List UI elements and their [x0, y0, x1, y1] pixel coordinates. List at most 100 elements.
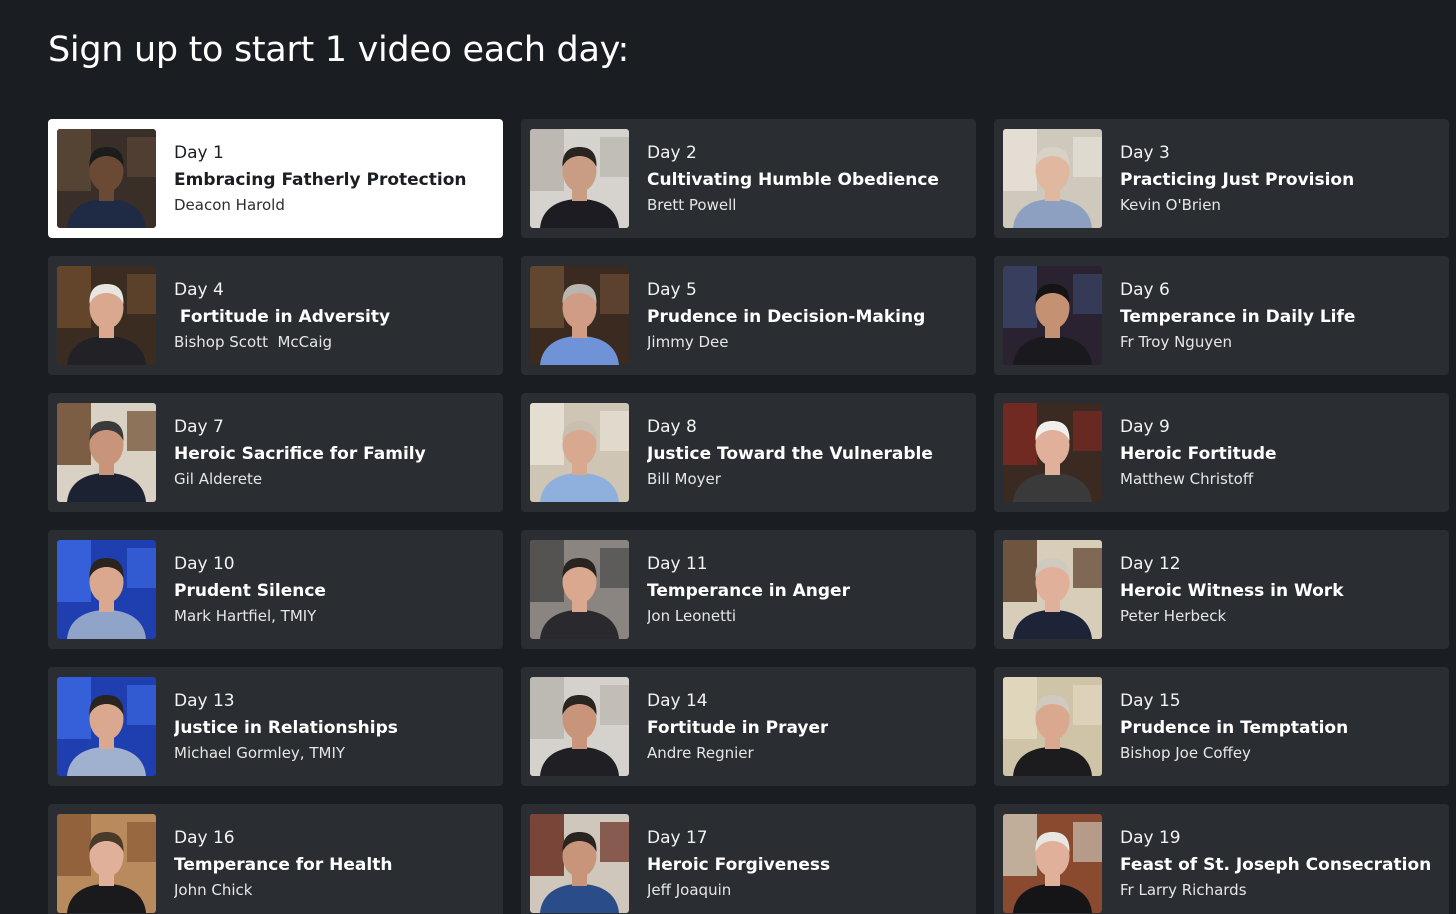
video-thumbnail[interactable] [530, 814, 629, 913]
video-card-day-19[interactable]: Day 19 Feast of St. Joseph Consecration … [994, 804, 1449, 914]
video-title: Prudent Silence [174, 581, 326, 601]
video-info: Day 11 Temperance in Anger Jon Leonetti [647, 553, 850, 626]
video-info: Day 16 Temperance for Health John Chick [174, 827, 392, 900]
video-speaker: Fr Larry Richards [1120, 881, 1247, 899]
video-day: Day 16 [174, 828, 235, 848]
video-day: Day 13 [174, 691, 235, 711]
speaker-portrait [57, 403, 156, 502]
video-thumbnail[interactable] [530, 266, 629, 365]
video-thumbnail[interactable] [1003, 814, 1102, 913]
video-day: Day 10 [174, 554, 235, 574]
video-thumbnail[interactable] [530, 129, 629, 228]
video-card-day-3[interactable]: Day 3 Practicing Just Provision Kevin O'… [994, 119, 1449, 238]
video-info: Day 12 Heroic Witness in Work Peter Herb… [1120, 553, 1344, 626]
video-thumbnail[interactable] [530, 540, 629, 639]
video-speaker: Jon Leonetti [647, 607, 737, 625]
video-info: Day 15 Prudence in Temptation Bishop Joe… [1120, 690, 1348, 763]
video-day: Day 6 [1120, 280, 1170, 300]
speaker-portrait [530, 403, 629, 502]
video-title: Justice in Relationships [174, 718, 398, 738]
video-title: Heroic Fortitude [1120, 444, 1277, 464]
video-card-day-9[interactable]: Day 9 Heroic Fortitude Matthew Christoff [994, 393, 1449, 512]
video-thumbnail[interactable] [57, 540, 156, 639]
video-info: Day 13 Justice in Relationships Michael … [174, 690, 398, 763]
video-thumbnail[interactable] [1003, 403, 1102, 502]
video-day: Day 11 [647, 554, 708, 574]
video-day: Day 19 [1120, 828, 1181, 848]
video-card-day-14[interactable]: Day 14 Fortitude in Prayer Andre Regnier [521, 667, 976, 786]
video-title: Temperance for Health [174, 855, 393, 875]
video-day: Day 9 [1120, 417, 1170, 437]
video-card-day-17[interactable]: Day 17 Heroic Forgiveness Jeff Joaquin [521, 804, 976, 914]
video-thumbnail[interactable] [1003, 540, 1102, 639]
video-speaker: Gil Alderete [174, 470, 263, 488]
video-speaker: Jimmy Dee [647, 333, 729, 351]
speaker-portrait [530, 266, 629, 365]
video-card-day-4[interactable]: Day 4 Fortitude in Adversity Bishop Scot… [48, 256, 503, 375]
speaker-portrait [1003, 403, 1102, 502]
video-speaker: Brett Powell [647, 196, 737, 214]
video-card-day-16[interactable]: Day 16 Temperance for Health John Chick [48, 804, 503, 914]
video-title: Heroic Forgiveness [647, 855, 831, 875]
video-info: Day 2 Cultivating Humble Obedience Brett… [647, 142, 939, 215]
video-card-day-6[interactable]: Day 6 Temperance in Daily Life Fr Troy N… [994, 256, 1449, 375]
speaker-portrait [57, 677, 156, 776]
video-speaker: Bishop Joe Coffey [1120, 744, 1251, 762]
speaker-portrait [530, 677, 629, 776]
speaker-portrait [57, 540, 156, 639]
speaker-portrait [530, 814, 629, 913]
video-info: Day 5 Prudence in Decision-Making Jimmy … [647, 279, 925, 352]
video-speaker: Deacon Harold [174, 196, 285, 214]
video-thumbnail[interactable] [57, 814, 156, 913]
video-info: Day 1 Embracing Fatherly Protection Deac… [174, 142, 467, 215]
speaker-portrait [1003, 814, 1102, 913]
video-card-day-8[interactable]: Day 8 Justice Toward the Vulnerable Bill… [521, 393, 976, 512]
video-speaker: Bishop Scott McCaig [174, 333, 333, 351]
speaker-portrait [1003, 266, 1102, 365]
speaker-portrait [1003, 540, 1102, 639]
video-title: Feast of St. Joseph Consecration [1120, 855, 1432, 875]
speaker-portrait [57, 814, 156, 913]
video-thumbnail[interactable] [530, 677, 629, 776]
speaker-portrait [530, 540, 629, 639]
video-day: Day 4 [174, 280, 224, 300]
speaker-portrait [57, 129, 156, 228]
video-card-day-7[interactable]: Day 7 Heroic Sacrifice for Family Gil Al… [48, 393, 503, 512]
speaker-portrait [530, 129, 629, 228]
video-thumbnail[interactable] [1003, 129, 1102, 228]
video-title: Cultivating Humble Obedience [647, 170, 939, 190]
video-info: Day 3 Practicing Just Provision Kevin O'… [1120, 142, 1354, 215]
video-speaker: Andre Regnier [647, 744, 754, 762]
video-speaker: Kevin O'Brien [1120, 196, 1221, 214]
video-thumbnail[interactable] [57, 266, 156, 365]
video-speaker: Michael Gormley, TMIY [174, 744, 346, 762]
video-card-day-5[interactable]: Day 5 Prudence in Decision-Making Jimmy … [521, 256, 976, 375]
video-thumbnail[interactable] [530, 403, 629, 502]
speaker-portrait [57, 266, 156, 365]
video-card-day-15[interactable]: Day 15 Prudence in Temptation Bishop Joe… [994, 667, 1449, 786]
video-card-day-12[interactable]: Day 12 Heroic Witness in Work Peter Herb… [994, 530, 1449, 649]
page-heading: Sign up to start 1 video each day: [48, 30, 629, 70]
video-title: Fortitude in Prayer [647, 718, 829, 738]
video-title: Temperance in Daily Life [1120, 307, 1356, 327]
video-day: Day 12 [1120, 554, 1181, 574]
video-thumbnail[interactable] [1003, 266, 1102, 365]
video-speaker: Fr Troy Nguyen [1120, 333, 1232, 351]
video-info: Day 10 Prudent Silence Mark Hartfiel, TM… [174, 553, 326, 626]
video-info: Day 17 Heroic Forgiveness Jeff Joaquin [647, 827, 830, 900]
video-thumbnail[interactable] [57, 129, 156, 228]
video-info: Day 6 Temperance in Daily Life Fr Troy N… [1120, 279, 1355, 352]
video-card-day-10[interactable]: Day 10 Prudent Silence Mark Hartfiel, TM… [48, 530, 503, 649]
video-info: Day 9 Heroic Fortitude Matthew Christoff [1120, 416, 1277, 489]
video-title: Fortitude in Adversity [174, 307, 391, 327]
video-card-day-11[interactable]: Day 11 Temperance in Anger Jon Leonetti [521, 530, 976, 649]
page: Sign up to start 1 video each day: Day 1… [0, 0, 1456, 914]
video-card-day-1[interactable]: Day 1 Embracing Fatherly Protection Deac… [48, 119, 503, 238]
video-thumbnail[interactable] [57, 677, 156, 776]
video-thumbnail[interactable] [1003, 677, 1102, 776]
video-info: Day 14 Fortitude in Prayer Andre Regnier [647, 690, 828, 763]
video-card-day-13[interactable]: Day 13 Justice in Relationships Michael … [48, 667, 503, 786]
video-thumbnail[interactable] [57, 403, 156, 502]
video-card-day-2[interactable]: Day 2 Cultivating Humble Obedience Brett… [521, 119, 976, 238]
video-day: Day 17 [647, 828, 708, 848]
